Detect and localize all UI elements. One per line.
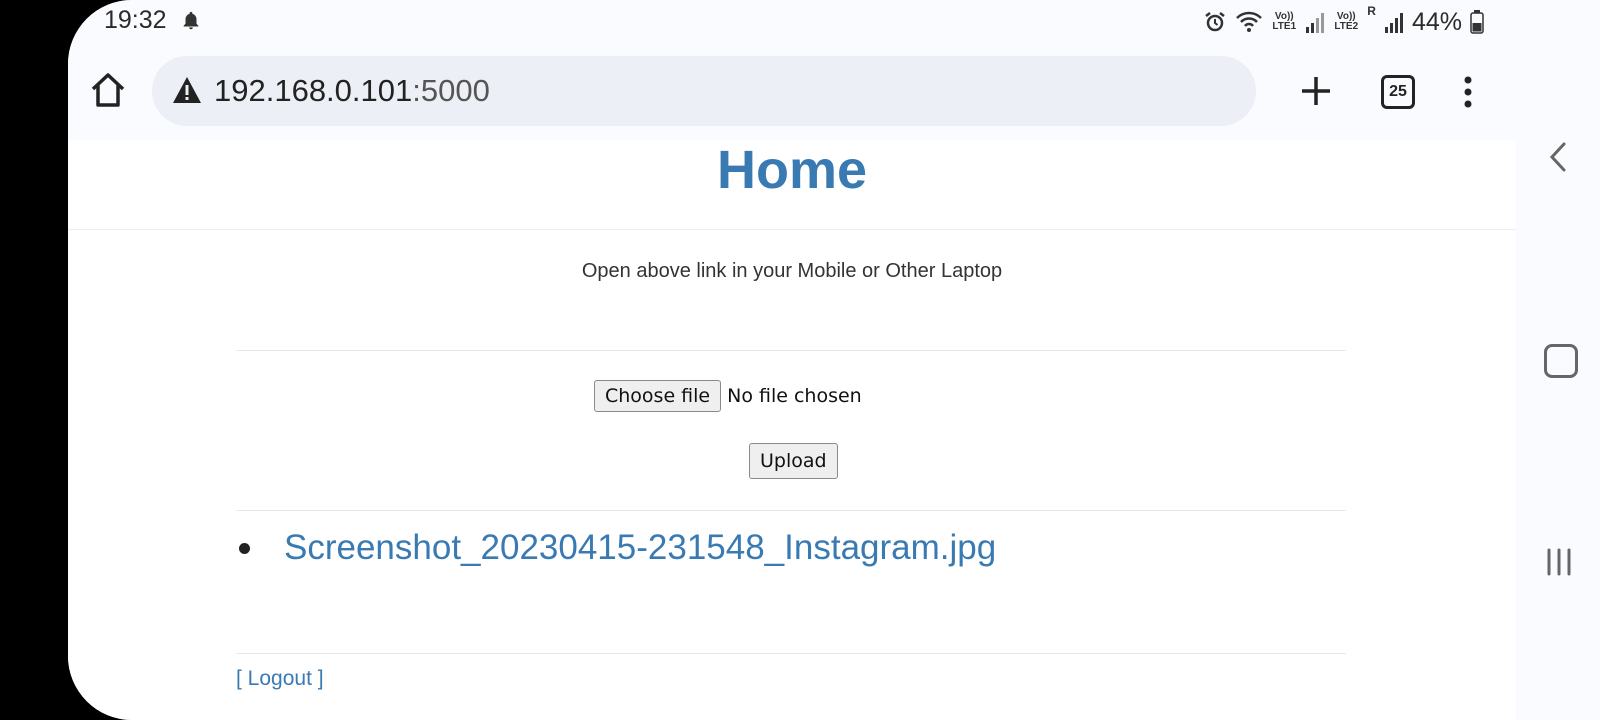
more-vert-icon[interactable] — [1458, 72, 1478, 112]
logout-link[interactable]: [ Logout ] — [236, 667, 324, 691]
status-bar: 19:32 Vo)) LTE1 Vo)) LTE2 R 44% — [68, 0, 1516, 44]
file-link[interactable]: Screenshot_20230415-231548_Instagram.jpg — [284, 528, 996, 568]
warning-icon[interactable] — [172, 76, 202, 104]
alarm-icon — [1205, 12, 1226, 32]
file-status: No file chosen — [727, 385, 862, 407]
instruction-text: Open above link in your Mobile or Other … — [581, 260, 1003, 282]
sim1-label: Vo)) LTE1 — [1272, 11, 1297, 32]
plus-icon[interactable] — [1296, 71, 1336, 111]
divider — [236, 653, 1346, 654]
divider — [236, 510, 1346, 511]
file-input[interactable]: Choose file No file chosen — [594, 380, 862, 412]
home-button[interactable] — [1544, 344, 1578, 378]
roaming-label: R — [1367, 4, 1376, 18]
status-time: 19:32 — [104, 6, 167, 34]
signal-icon — [1384, 13, 1403, 33]
navigation-bar — [1516, 0, 1600, 720]
web-page: Home Open above link in your Mobile or O… — [68, 140, 1516, 720]
signal-icon — [1306, 13, 1325, 33]
sim2-label: Vo)) LTE2 — [1334, 11, 1359, 32]
bell-icon — [183, 11, 199, 30]
tab-count: 25 — [1389, 83, 1407, 100]
page-title: Home — [716, 140, 868, 200]
url-host: 192.168.0.101 — [214, 73, 413, 108]
battery-percent: 44% — [1411, 7, 1462, 36]
back-icon[interactable] — [1546, 140, 1570, 174]
url-port: :5000 — [412, 73, 490, 108]
divider — [236, 350, 1346, 351]
divider — [68, 229, 1516, 230]
wifi-icon — [1236, 11, 1263, 32]
tabs-counter-button[interactable]: 25 — [1381, 75, 1415, 109]
bullet — [239, 542, 250, 554]
file-list: Screenshot_20230415-231548_Instagram.jpg — [236, 528, 996, 568]
choose-file-button[interactable]: Choose file — [594, 380, 722, 412]
browser-toolbar: 192.168.0.101:5000 25 — [68, 44, 1516, 142]
list-item: Screenshot_20230415-231548_Instagram.jpg — [236, 528, 996, 568]
upload-button[interactable]: Upload — [749, 443, 838, 479]
home-icon[interactable] — [88, 70, 128, 110]
recents-icon[interactable] — [1544, 547, 1574, 577]
address-bar[interactable]: 192.168.0.101:5000 — [152, 56, 1256, 126]
phone-screen: 19:32 Vo)) LTE1 Vo)) LTE2 R 44% 192.168.… — [68, 0, 1516, 720]
status-icons: Vo)) LTE1 Vo)) LTE2 R 44% — [1203, 4, 1484, 38]
url-text[interactable]: 192.168.0.101:5000 — [214, 73, 490, 109]
battery-icon — [1470, 10, 1484, 34]
